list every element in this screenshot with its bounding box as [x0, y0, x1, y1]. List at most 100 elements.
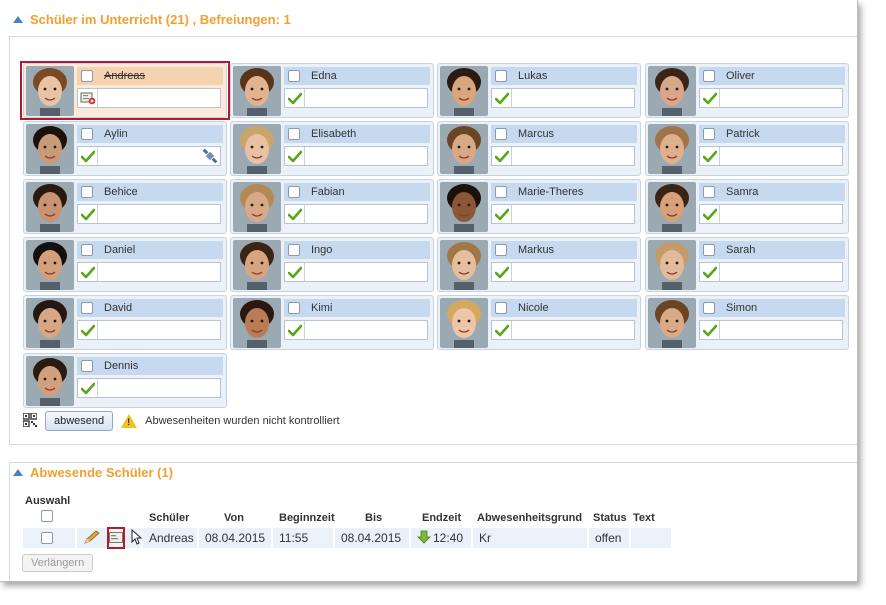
student-card[interactable]: Marcus — [437, 121, 641, 176]
student-checkbox[interactable] — [288, 302, 300, 314]
present-check-icon[interactable] — [78, 379, 98, 397]
student-card[interactable]: Lukas — [437, 63, 641, 118]
excuse-document-icon[interactable] — [107, 527, 125, 549]
present-check-icon[interactable] — [78, 321, 98, 339]
collapse-arrow-icon[interactable] — [13, 468, 23, 476]
student-checkbox[interactable] — [81, 302, 93, 314]
collapse-arrow-icon[interactable] — [13, 15, 23, 23]
student-card[interactable]: Patrick — [645, 121, 849, 176]
arrow-down-icon[interactable] — [417, 530, 431, 547]
student-card[interactable]: Behice — [23, 179, 227, 234]
student-card[interactable]: David — [23, 295, 227, 350]
present-check-icon[interactable] — [492, 89, 512, 107]
present-check-icon[interactable] — [700, 263, 720, 281]
student-checkbox[interactable] — [703, 302, 715, 314]
student-card[interactable]: Edna — [230, 63, 434, 118]
student-card[interactable]: Kimi — [230, 295, 434, 350]
present-check-icon[interactable] — [492, 205, 512, 223]
student-checkbox[interactable] — [703, 70, 715, 82]
student-status-field[interactable] — [491, 204, 635, 224]
student-status-field[interactable] — [284, 204, 428, 224]
student-checkbox[interactable] — [703, 244, 715, 256]
column-header[interactable]: Schüler — [149, 512, 189, 524]
student-checkbox[interactable] — [703, 128, 715, 140]
present-check-icon[interactable] — [700, 205, 720, 223]
pencil-icon[interactable] — [83, 529, 101, 547]
present-check-icon[interactable] — [700, 321, 720, 339]
student-checkbox[interactable] — [495, 302, 507, 314]
student-checkbox[interactable] — [495, 70, 507, 82]
student-card[interactable]: Dennis — [23, 353, 227, 408]
absent-button[interactable]: abwesend — [45, 411, 114, 431]
student-card[interactable]: Ingo — [230, 237, 434, 292]
column-header[interactable]: Text — [633, 512, 655, 524]
present-check-icon[interactable] — [78, 147, 98, 165]
student-checkbox[interactable] — [495, 128, 507, 140]
satellite-icon[interactable] — [202, 148, 218, 167]
present-check-icon[interactable] — [285, 147, 305, 165]
student-status-field[interactable] — [284, 262, 428, 282]
student-status-field[interactable] — [699, 146, 843, 166]
absent-section-header[interactable]: Abwesende Schüler (1) — [13, 463, 173, 481]
present-check-icon[interactable] — [285, 205, 305, 223]
present-check-icon[interactable] — [78, 263, 98, 281]
student-card[interactable]: Elisabeth — [230, 121, 434, 176]
student-status-field[interactable] — [699, 262, 843, 282]
student-card[interactable]: Oliver — [645, 63, 849, 118]
student-status-field[interactable] — [77, 378, 221, 398]
student-card[interactable]: Markus — [437, 237, 641, 292]
student-status-field[interactable] — [284, 320, 428, 340]
student-checkbox[interactable] — [81, 244, 93, 256]
column-header[interactable]: Abwesenheitsgrund — [477, 512, 582, 524]
present-check-icon[interactable] — [492, 321, 512, 339]
student-checkbox[interactable] — [81, 128, 93, 140]
student-status-field[interactable] — [491, 88, 635, 108]
present-check-icon[interactable] — [285, 263, 305, 281]
student-status-field[interactable] — [77, 262, 221, 282]
student-status-field[interactable] — [699, 204, 843, 224]
student-status-field[interactable] — [284, 146, 428, 166]
student-status-field[interactable] — [77, 146, 221, 166]
present-check-icon[interactable] — [285, 321, 305, 339]
column-header[interactable]: Status — [593, 512, 627, 524]
student-checkbox[interactable] — [703, 186, 715, 198]
student-card[interactable]: Samra — [645, 179, 849, 234]
present-check-icon[interactable] — [700, 89, 720, 107]
student-status-field[interactable] — [491, 320, 635, 340]
student-status-field[interactable] — [491, 146, 635, 166]
student-card[interactable]: Sarah — [645, 237, 849, 292]
student-status-field[interactable] — [77, 320, 221, 340]
column-header[interactable]: Endzeit — [422, 512, 461, 524]
row-checkbox[interactable] — [41, 532, 53, 544]
student-checkbox[interactable] — [81, 360, 93, 372]
student-card[interactable]: Marie-Theres — [437, 179, 641, 234]
student-card[interactable]: Fabian — [230, 179, 434, 234]
column-header[interactable]: Beginnzeit — [279, 512, 335, 524]
student-checkbox[interactable] — [288, 70, 300, 82]
student-status-field[interactable] — [699, 320, 843, 340]
present-check-icon[interactable] — [285, 89, 305, 107]
student-checkbox[interactable] — [288, 244, 300, 256]
present-check-icon[interactable] — [700, 147, 720, 165]
student-card[interactable]: Simon — [645, 295, 849, 350]
column-header[interactable]: Bis — [365, 512, 382, 524]
present-check-icon[interactable] — [492, 147, 512, 165]
student-checkbox[interactable] — [495, 186, 507, 198]
student-status-field[interactable] — [491, 262, 635, 282]
student-card[interactable]: Nicole — [437, 295, 641, 350]
student-status-field[interactable] — [699, 88, 843, 108]
student-status-field[interactable] — [77, 204, 221, 224]
present-section-header[interactable]: Schüler im Unterricht (21) , Befreiungen… — [13, 10, 291, 28]
student-checkbox[interactable] — [495, 244, 507, 256]
student-status-field[interactable] — [284, 88, 428, 108]
present-check-icon[interactable] — [492, 263, 512, 281]
student-card[interactable]: Aylin — [23, 121, 227, 176]
qr-code-icon[interactable] — [22, 411, 38, 430]
column-header[interactable]: Von — [224, 512, 244, 524]
present-check-icon[interactable] — [78, 205, 98, 223]
student-checkbox[interactable] — [81, 186, 93, 198]
student-checkbox[interactable] — [288, 186, 300, 198]
student-card[interactable]: Daniel — [23, 237, 227, 292]
student-checkbox[interactable] — [288, 128, 300, 140]
extend-button[interactable]: Verlängern — [22, 554, 94, 572]
